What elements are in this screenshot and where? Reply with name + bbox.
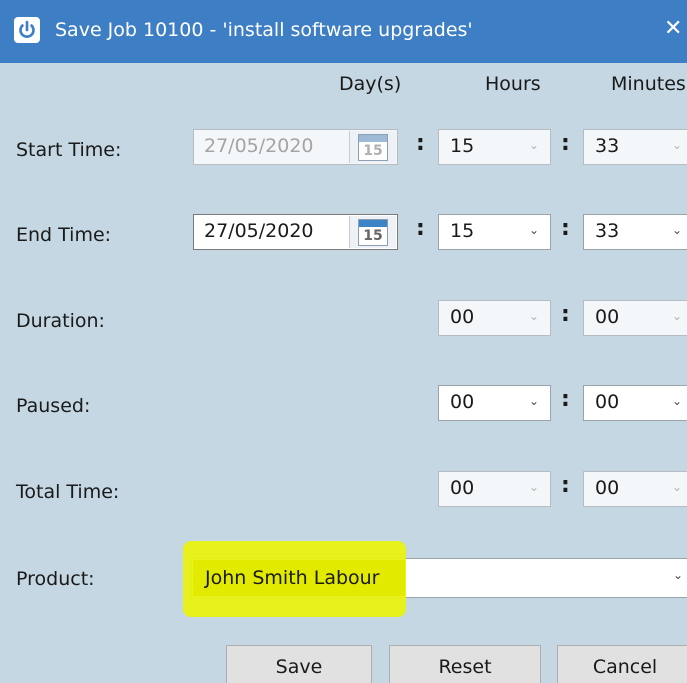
chevron-down-icon: ⌄: [529, 138, 540, 152]
duration-minutes-value: 00: [595, 306, 620, 328]
product-label: Product:: [16, 568, 95, 590]
chevron-down-icon[interactable]: ⌄: [672, 394, 682, 408]
start-minutes-value: 33: [595, 135, 620, 157]
end-minutes-value: 33: [595, 220, 620, 242]
paused-minutes-dropdown[interactable]: 00 ⌄: [583, 385, 687, 421]
separator-colon: :: [561, 131, 570, 156]
power-icon: [14, 17, 40, 43]
start-date-picker: 27/05/2020 15: [193, 129, 398, 165]
end-date-picker[interactable]: 27/05/2020 15: [193, 214, 398, 250]
chevron-down-icon[interactable]: ⌄: [529, 394, 539, 408]
end-hours-value: 15: [450, 220, 475, 242]
column-header-hours: Hours: [485, 73, 541, 95]
chevron-down-icon[interactable]: ⌄: [672, 223, 682, 237]
chevron-down-icon: ⌄: [672, 309, 683, 323]
duration-hours-dropdown: 00 ⌄: [438, 300, 551, 336]
separator-colon: :: [416, 216, 425, 241]
start-hours-dropdown: 15 ⌄: [438, 129, 551, 165]
cancel-button[interactable]: Cancel: [557, 645, 687, 683]
start-date-value: 27/05/2020: [204, 135, 314, 157]
chevron-down-icon: ⌄: [529, 309, 540, 323]
column-header-days: Day(s): [339, 73, 402, 95]
separator-colon: :: [416, 131, 425, 156]
total-time-label: Total Time:: [16, 481, 120, 503]
paused-hours-value: 00: [450, 391, 475, 413]
total-minutes-dropdown: 00 ⌄: [583, 471, 687, 507]
start-minutes-dropdown: 33 ⌄: [583, 129, 687, 165]
title-bar: Save Job 10100 - 'install software upgra…: [0, 0, 687, 63]
chevron-down-icon: ⌄: [529, 480, 540, 494]
start-time-label: Start Time:: [16, 139, 122, 161]
end-minutes-dropdown[interactable]: 33 ⌄: [583, 214, 687, 250]
chevron-down-icon[interactable]: ⌄: [673, 568, 683, 582]
total-hours-dropdown: 00 ⌄: [438, 471, 551, 507]
start-calendar-button: 15: [349, 131, 396, 163]
separator-colon: :: [561, 387, 570, 412]
window-title: Save Job 10100 - 'install software upgra…: [55, 19, 473, 41]
reset-button[interactable]: Reset: [389, 645, 541, 683]
calendar-icon: 15: [358, 134, 388, 161]
paused-hours-dropdown[interactable]: 00 ⌄: [438, 385, 551, 421]
paused-label: Paused:: [16, 395, 91, 417]
total-minutes-value: 00: [595, 477, 620, 499]
duration-label: Duration:: [16, 310, 105, 332]
save-job-dialog: Save Job 10100 - 'install software upgra…: [0, 0, 687, 683]
separator-colon: :: [561, 302, 570, 327]
duration-minutes-dropdown: 00 ⌄: [583, 300, 687, 336]
start-hours-value: 15: [450, 135, 475, 157]
column-header-minutes: Minutes: [611, 73, 686, 95]
chevron-down-icon: ⌄: [672, 480, 683, 494]
end-calendar-button[interactable]: 15: [349, 216, 396, 248]
separator-colon: :: [561, 473, 570, 498]
total-hours-value: 00: [450, 477, 475, 499]
duration-hours-value: 00: [450, 306, 475, 328]
end-time-label: End Time:: [16, 224, 112, 246]
calendar-icon: 15: [358, 219, 388, 246]
product-value[interactable]: John Smith Labour: [205, 567, 380, 589]
chevron-down-icon: ⌄: [672, 138, 683, 152]
end-date-value[interactable]: 27/05/2020: [204, 220, 314, 242]
separator-colon: :: [561, 216, 570, 241]
save-button[interactable]: Save: [226, 645, 372, 683]
paused-minutes-value: 00: [595, 391, 620, 413]
close-icon[interactable]: ✕: [664, 16, 682, 42]
end-hours-dropdown[interactable]: 15 ⌄: [438, 214, 551, 250]
chevron-down-icon[interactable]: ⌄: [529, 223, 539, 237]
